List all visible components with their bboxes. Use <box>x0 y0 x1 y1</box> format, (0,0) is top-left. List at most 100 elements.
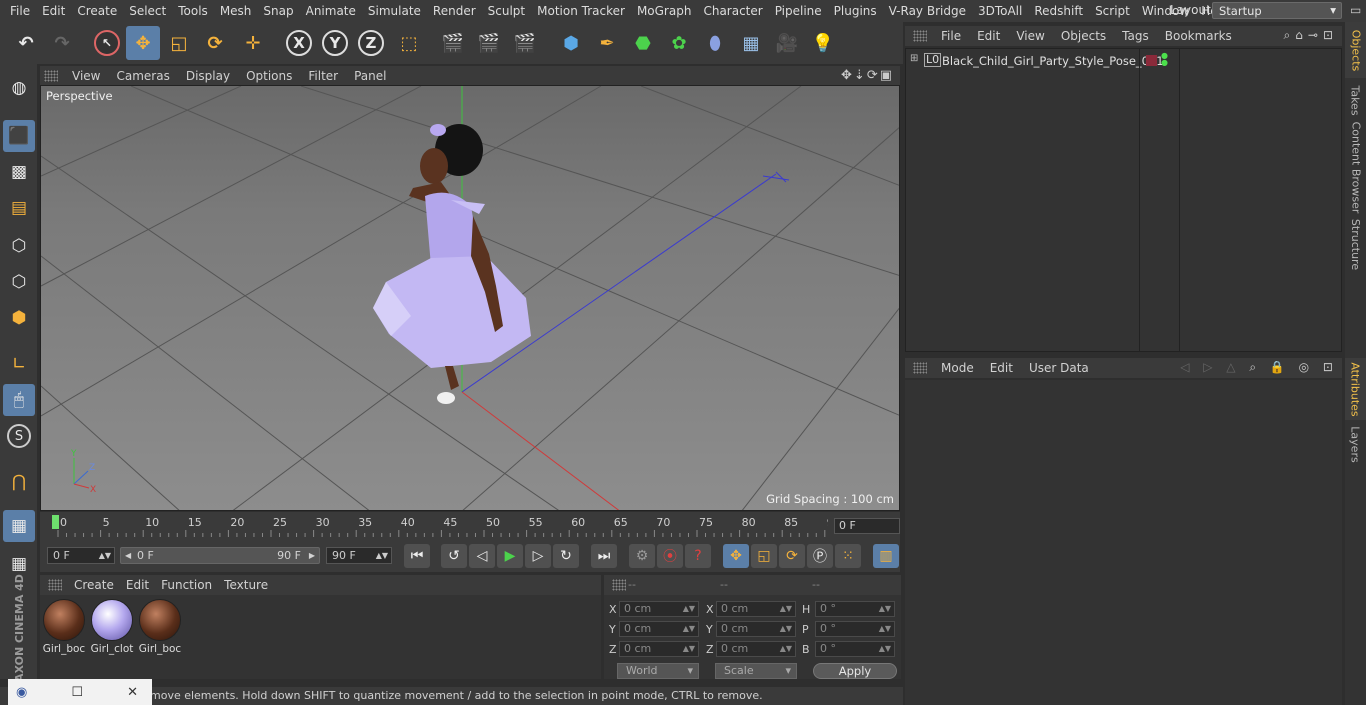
tab-attributes[interactable]: Attributes <box>1345 358 1366 420</box>
timeline-window-button[interactable]: ▥ <box>873 544 899 568</box>
key-pla-button[interactable]: ⁙ <box>835 544 861 568</box>
viewport-menu-cameras[interactable]: Cameras <box>108 69 177 83</box>
play-button[interactable]: ▶ <box>497 544 523 568</box>
visibility-dots-icon[interactable]: ● ● <box>1161 52 1168 67</box>
position-y-field[interactable]: 0 cm ▲▼ <box>619 621 699 637</box>
light-button[interactable]: 💡 <box>806 26 840 60</box>
start-frame-field[interactable]: 0 F ▲▼ <box>47 547 115 564</box>
layer-color-swatch[interactable] <box>1146 55 1157 66</box>
live-selection-button[interactable]: ↖ <box>90 26 124 60</box>
floor-button[interactable]: ▦ <box>734 26 768 60</box>
coordinate-space-dropdown[interactable]: World ▾ <box>617 663 699 679</box>
timeline-ruler[interactable]: 0 5 10 15 20 25 30 35 40 45 50 55 60 65 70 75 80 85 90 0 F <box>40 512 900 539</box>
key-parameter-button[interactable]: Ⓟ <box>807 544 833 568</box>
object-menu-bookmarks[interactable]: Bookmarks <box>1157 29 1240 43</box>
size-z-field[interactable]: 0 cm ▲▼ <box>716 641 796 657</box>
rotation-p-field[interactable]: 0 ° ▲▼ <box>815 621 895 637</box>
perspective-viewport[interactable]: Y Z X Perspective Grid Spacing : 100 cm <box>40 85 900 511</box>
viewport-menu-display[interactable]: Display <box>178 69 238 83</box>
tab-layers[interactable]: Layers <box>1345 422 1366 466</box>
axis-mode-button[interactable]: ∟ <box>3 348 35 380</box>
menu-snap[interactable]: Snap <box>257 4 299 18</box>
close-icon[interactable]: ✕ <box>127 685 138 700</box>
menu-render[interactable]: Render <box>427 4 482 18</box>
model-mode-button[interactable]: ⬛ <box>3 120 35 152</box>
window-minimize-icon[interactable]: ▭ <box>1350 3 1361 17</box>
timeline-playhead[interactable] <box>52 515 59 529</box>
tab-takes[interactable]: Takes <box>1345 80 1366 120</box>
menu-select[interactable]: Select <box>123 4 172 18</box>
menu-simulate[interactable]: Simulate <box>362 4 427 18</box>
autokey-button[interactable]: ⦿ <box>657 544 683 568</box>
object-row[interactable]: ⊞ L0 Black_Child_Girl_Party_Style_Pose_0… <box>906 52 1342 70</box>
menu-redshift[interactable]: Redshift <box>1028 4 1089 18</box>
maximize-icon[interactable]: ☐ <box>71 685 83 700</box>
attribute-menu-edit[interactable]: Edit <box>982 361 1021 375</box>
apply-button[interactable]: Apply <box>813 663 897 679</box>
coordinate-system-button[interactable]: ⬚ <box>392 26 426 60</box>
tab-content-browser[interactable]: Content Browser <box>1345 121 1366 213</box>
app-icon[interactable]: ◉ <box>16 685 27 700</box>
render-view-button[interactable]: 🎬 <box>436 26 470 60</box>
menu-3dtoall[interactable]: 3DToAll <box>972 4 1028 18</box>
material-swatch[interactable]: Girl_boc <box>42 599 86 657</box>
material-menu-edit[interactable]: Edit <box>120 578 155 592</box>
x-axis-button[interactable]: X <box>282 26 316 60</box>
y-axis-button[interactable]: Y <box>318 26 352 60</box>
rotation-b-field[interactable]: 0 ° ▲▼ <box>815 641 895 657</box>
current-frame-field[interactable]: 0 F <box>834 518 900 534</box>
go-to-end-button[interactable]: ⏭ <box>591 544 617 568</box>
frame-range-slider[interactable]: ◀ 0 F 90 F ▶ <box>120 547 320 564</box>
attribute-menu-mode[interactable]: Mode <box>933 361 982 375</box>
menu-file[interactable]: File <box>4 4 36 18</box>
texture-mode-button[interactable]: ▩ <box>3 156 35 188</box>
workplane-button[interactable]: ▤ <box>3 192 35 224</box>
end-frame-field[interactable]: 90 F ▲▼ <box>326 547 392 564</box>
record-keys-button[interactable]: ⚙ <box>629 544 655 568</box>
menu-pipeline[interactable]: Pipeline <box>769 4 828 18</box>
material-menu-create[interactable]: Create <box>68 578 120 592</box>
next-frame-button[interactable]: ▷ <box>525 544 551 568</box>
object-menu-edit[interactable]: Edit <box>969 29 1008 43</box>
move-tool-button[interactable]: ✥ <box>126 26 160 60</box>
points-mode-button[interactable]: ⬡ <box>3 230 35 262</box>
go-to-start-button[interactable]: ⏮ <box>404 544 430 568</box>
menu-mesh[interactable]: Mesh <box>214 4 258 18</box>
snap-button[interactable]: S <box>3 420 35 452</box>
menu-sculpt[interactable]: Sculpt <box>482 4 531 18</box>
cube-primitive-button[interactable]: ⬢ <box>554 26 588 60</box>
menu-motion-tracker[interactable]: Motion Tracker <box>531 4 631 18</box>
material-menu-function[interactable]: Function <box>155 578 218 592</box>
key-position-button[interactable]: ✥ <box>723 544 749 568</box>
object-menu-view[interactable]: View <box>1008 29 1052 43</box>
menu-plugins[interactable]: Plugins <box>828 4 883 18</box>
viewport-menu-filter[interactable]: Filter <box>300 69 346 83</box>
pen-tool-button[interactable]: ✒ <box>590 26 624 60</box>
size-mode-dropdown[interactable]: Scale ▾ <box>715 663 797 679</box>
recent-tools-button[interactable]: ✛ <box>236 26 270 60</box>
menu-mograph[interactable]: MoGraph <box>631 4 698 18</box>
size-y-field[interactable]: 0 cm ▲▼ <box>716 621 796 637</box>
expand-icon[interactable]: ⊞ <box>910 53 918 64</box>
workplane-lock-button[interactable]: ▦ <box>3 510 35 542</box>
tab-structure[interactable]: Structure <box>1345 214 1366 274</box>
object-manager-tool-icons[interactable]: ⌕⌂⊸⊡ <box>1284 28 1338 43</box>
rotate-tool-button[interactable]: ⟳ <box>198 26 232 60</box>
render-settings-button[interactable]: 🎬 <box>508 26 542 60</box>
object-menu-objects[interactable]: Objects <box>1053 29 1114 43</box>
material-menu-texture[interactable]: Texture <box>218 578 274 592</box>
menu-tools[interactable]: Tools <box>172 4 214 18</box>
polygons-mode-button[interactable]: ⬢ <box>3 302 35 334</box>
material-swatch[interactable]: Girl_clot <box>90 599 134 657</box>
object-menu-tags[interactable]: Tags <box>1114 29 1157 43</box>
size-x-field[interactable]: 0 cm ▲▼ <box>716 601 796 617</box>
tab-objects[interactable]: Objects <box>1345 22 1366 78</box>
layout-select[interactable]: Startup ▾ <box>1212 2 1342 19</box>
undo-button[interactable]: ↶ <box>9 26 43 60</box>
attribute-menu-user-data[interactable]: User Data <box>1021 361 1097 375</box>
viewport-menu-panel[interactable]: Panel <box>346 69 394 83</box>
magnet-button[interactable]: ⋂ <box>3 466 35 498</box>
material-swatch[interactable]: Girl_boc <box>138 599 182 657</box>
scale-tool-button[interactable]: ◱ <box>162 26 196 60</box>
edges-mode-button[interactable]: ⬡ <box>3 266 35 298</box>
